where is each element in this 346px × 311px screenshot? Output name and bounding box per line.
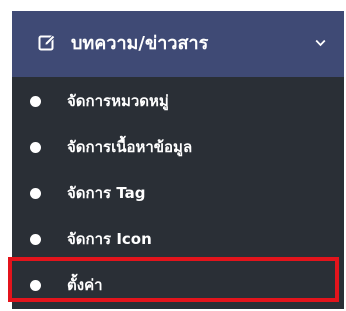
submenu-item-manage-icon[interactable]: จัดการ Icon [12, 215, 344, 261]
bullet-icon [30, 280, 41, 291]
bullet-icon [30, 188, 41, 199]
submenu-item-label: ตั้งค่า [67, 276, 103, 294]
submenu-item-label: จัดการ Icon [67, 230, 152, 248]
menu-header-label: บทความ/ข่าวสาร [71, 33, 209, 54]
bullet-icon [30, 142, 41, 153]
sidebar-menu: บทความ/ข่าวสาร จัดการหมวดหมู่ จัดการเนื้… [12, 11, 344, 309]
submenu-list: จัดการหมวดหมู่ จัดการเนื้อหาข้อมูล จัดกา… [12, 77, 344, 307]
submenu-item-settings[interactable]: ตั้งค่า [12, 261, 344, 307]
menu-header-articles-news[interactable]: บทความ/ข่าวสาร [12, 11, 344, 77]
submenu-item-label: จัดการหมวดหมู่ [67, 92, 169, 110]
submenu-item-label: จัดการเนื้อหาข้อมูล [67, 138, 193, 156]
submenu-item-label: จัดการ Tag [67, 184, 146, 202]
submenu-item-manage-categories[interactable]: จัดการหมวดหมู่ [12, 77, 344, 123]
bullet-icon [30, 234, 41, 245]
submenu-item-manage-content[interactable]: จัดการเนื้อหาข้อมูล [12, 123, 344, 169]
bullet-icon [30, 96, 41, 107]
chevron-down-icon[interactable] [315, 39, 326, 47]
submenu-item-manage-tag[interactable]: จัดการ Tag [12, 169, 344, 215]
edit-icon [38, 34, 56, 51]
